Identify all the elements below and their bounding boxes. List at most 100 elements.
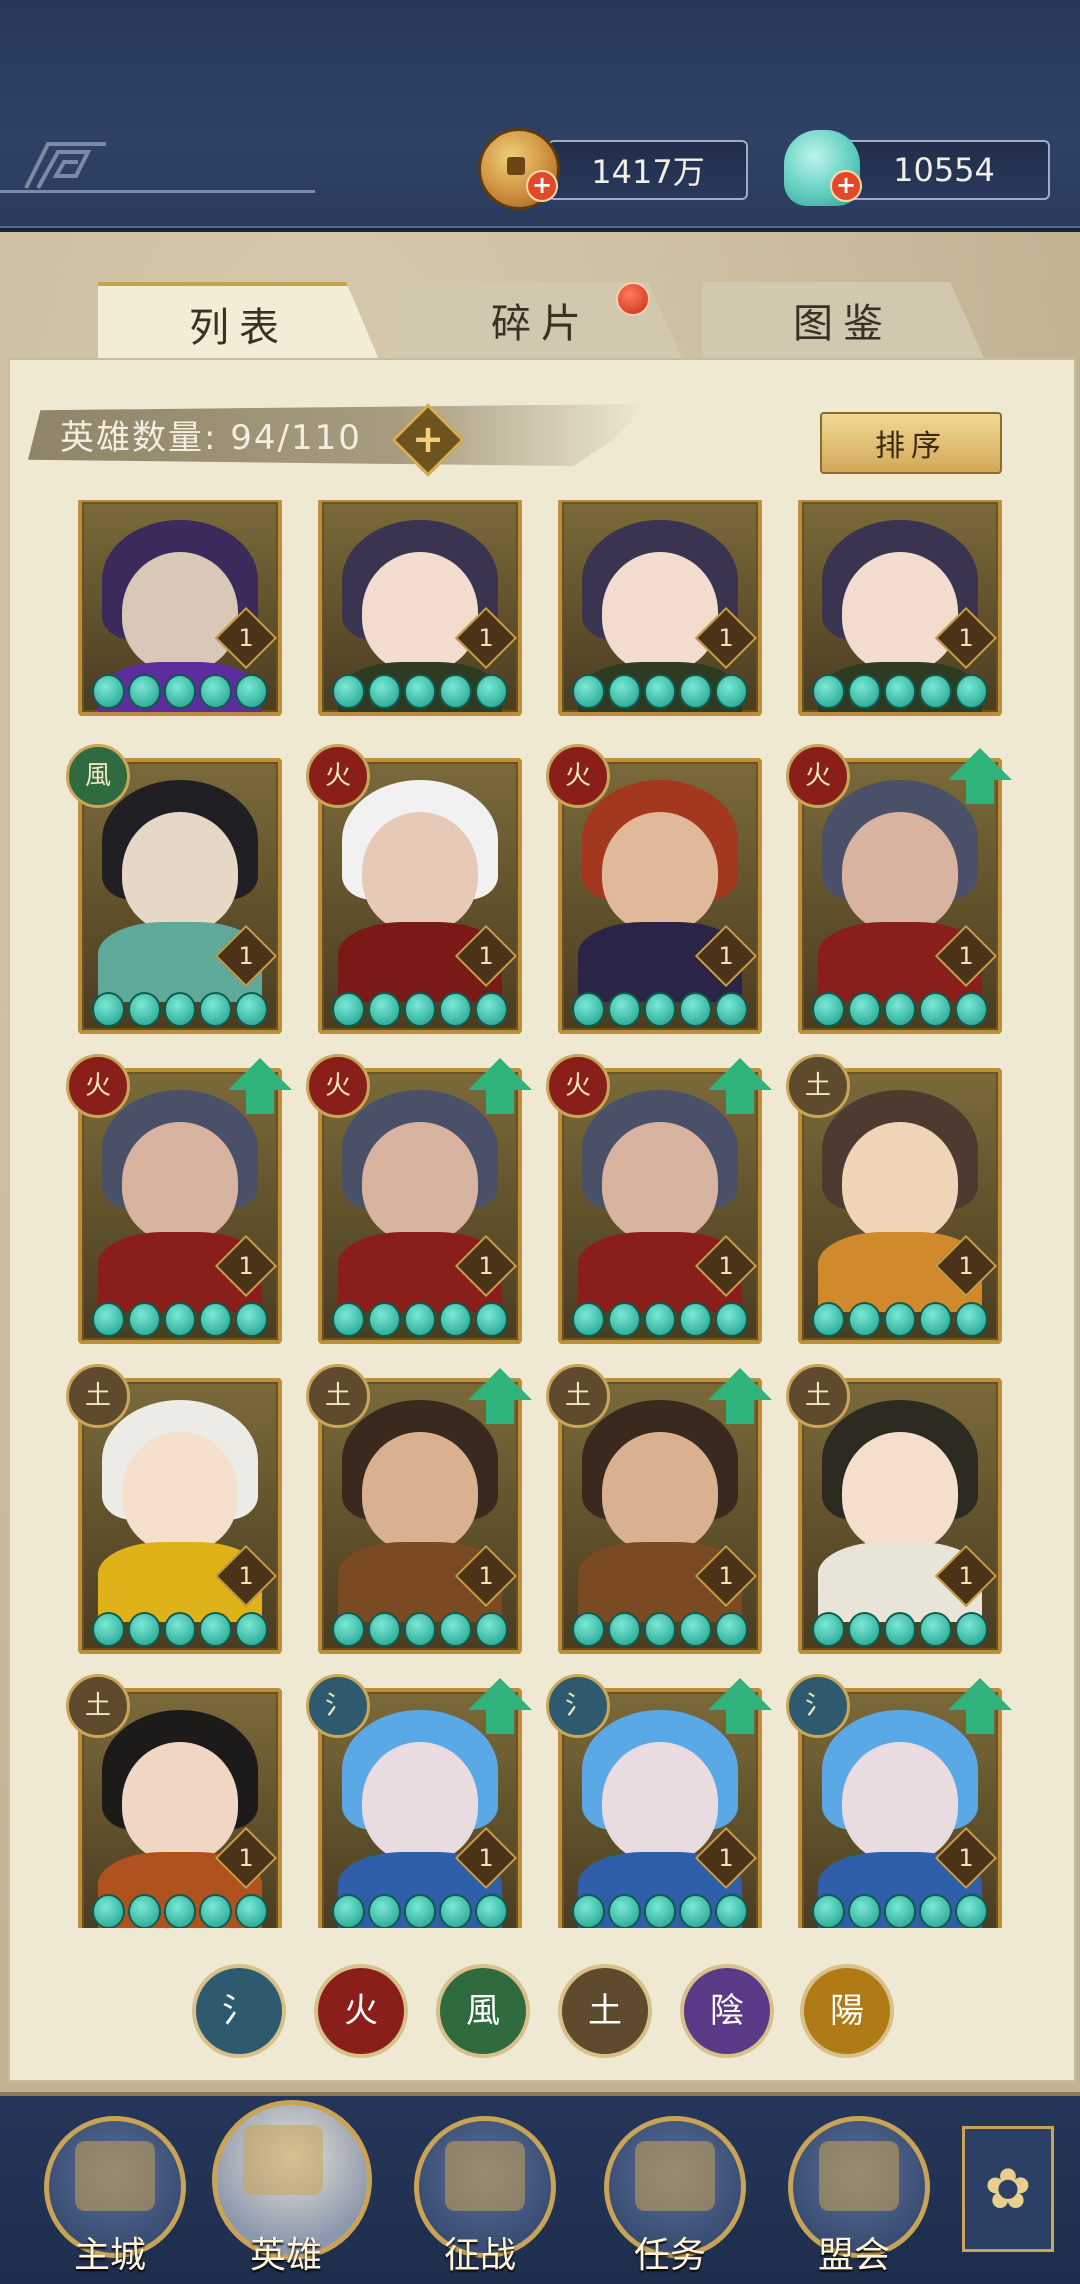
shell-counter[interactable]: 10554: [838, 140, 1050, 200]
hero-face: [602, 1432, 718, 1552]
star-icon: [403, 1612, 437, 1647]
star-icon: [715, 1894, 748, 1928]
hero-level: 1: [478, 942, 494, 970]
hero-icon: [243, 2125, 323, 2195]
filter-yang-button[interactable]: 陽: [800, 1964, 894, 2058]
star-icon: [439, 992, 473, 1027]
hero-level: 1: [238, 624, 254, 652]
star-icon: [812, 992, 845, 1027]
star-icon: [199, 1894, 233, 1928]
upgrade-arrow-icon: [468, 1368, 532, 1426]
star-icon: [367, 674, 401, 709]
fire-element-icon: 火: [306, 1054, 370, 1118]
star-icon: [235, 674, 268, 709]
menu-icon[interactable]: ✿: [962, 2126, 1054, 2252]
hero-stars: [92, 1302, 268, 1337]
star-icon: [883, 1612, 917, 1647]
star-icon: [572, 674, 605, 709]
battle-icon: [445, 2141, 525, 2211]
hero-level: 1: [718, 942, 734, 970]
hero-face: [362, 552, 478, 672]
star-icon: [163, 1302, 197, 1337]
hero-face: [122, 812, 238, 932]
star-icon: [92, 674, 125, 709]
star-icon: [127, 1894, 161, 1928]
hero-card[interactable]: 1: [798, 500, 1002, 716]
star-icon: [367, 992, 401, 1027]
star-icon: [847, 674, 881, 709]
filter-fire-button[interactable]: 火: [314, 1964, 408, 2058]
star-icon: [367, 1894, 401, 1928]
earth-element-icon: 土: [66, 1364, 130, 1428]
star-icon: [919, 1302, 953, 1337]
star-icon: [163, 1612, 197, 1647]
coin-value: 1417万: [591, 153, 705, 191]
shell-value: 10554: [893, 151, 995, 189]
hero-card[interactable]: 1: [78, 500, 282, 716]
star-icon: [332, 1302, 365, 1337]
star-icon: [199, 992, 233, 1027]
star-icon: [475, 1302, 508, 1337]
hero-stars: [332, 674, 508, 709]
star-icon: [439, 1894, 473, 1928]
hero-level: 1: [478, 1844, 494, 1872]
star-icon: [92, 1302, 125, 1337]
hero-stars: [92, 992, 268, 1027]
star-icon: [883, 674, 917, 709]
wind-element-icon: 風: [66, 744, 130, 808]
upgrade-arrow-icon: [468, 1058, 532, 1116]
add-shells-button[interactable]: +: [830, 170, 862, 202]
star-icon: [883, 1302, 917, 1337]
star-icon: [475, 992, 508, 1027]
filter-yin-button[interactable]: 陰: [680, 1964, 774, 2058]
hero-face: [602, 812, 718, 932]
hero-level: 1: [238, 1562, 254, 1590]
hero-stars: [812, 674, 988, 709]
earth-element-icon: 土: [546, 1364, 610, 1428]
filter-wind-button[interactable]: 風: [436, 1964, 530, 2058]
filter-earth-button[interactable]: 土: [558, 1964, 652, 2058]
hero-face: [362, 1742, 478, 1862]
hero-stars: [572, 1302, 748, 1337]
star-icon: [163, 992, 197, 1027]
star-icon: [955, 674, 988, 709]
star-icon: [715, 992, 748, 1027]
fire-element-icon: 火: [546, 744, 610, 808]
tab-codex[interactable]: 图鉴: [702, 282, 984, 358]
city-icon: [75, 2141, 155, 2211]
sort-button[interactable]: 排序: [820, 412, 1002, 474]
fire-element-icon: 火: [306, 744, 370, 808]
add-coins-button[interactable]: +: [526, 170, 558, 202]
hero-stars: [92, 1612, 268, 1647]
hero-face: [602, 1122, 718, 1242]
notification-dot: [616, 282, 650, 316]
hero-face: [122, 552, 238, 672]
hero-level: 1: [718, 624, 734, 652]
tab-fragments-label: 碎片: [491, 301, 591, 347]
star-icon: [812, 1612, 845, 1647]
hero-card[interactable]: 1: [318, 500, 522, 716]
hero-grid: 1 1 1 1 1 風 1 火 1 火 1 火 1 火 1 火 1 火 1 土 …: [40, 500, 1040, 1928]
water-element-icon: 氵: [306, 1674, 370, 1738]
hero-face: [362, 1122, 478, 1242]
star-icon: [332, 1612, 365, 1647]
star-icon: [235, 1612, 268, 1647]
star-icon: [439, 674, 473, 709]
earth-element-icon: 土: [786, 1054, 850, 1118]
coin-counter[interactable]: 1417万: [548, 140, 748, 200]
hero-card[interactable]: 1: [558, 500, 762, 716]
star-icon: [572, 1894, 605, 1928]
water-element-icon: 氵: [786, 1674, 850, 1738]
hero-level: 1: [958, 942, 974, 970]
star-icon: [643, 1302, 677, 1337]
hero-stars: [332, 1302, 508, 1337]
filter-water-button[interactable]: 氵: [192, 1964, 286, 2058]
quest-icon: [635, 2141, 715, 2211]
star-icon: [92, 1894, 125, 1928]
hero-stars: [812, 1612, 988, 1647]
tab-codex-label: 图鉴: [793, 301, 893, 347]
star-icon: [883, 1894, 917, 1928]
ornament-icon: [24, 142, 106, 189]
tab-list[interactable]: 列表: [98, 282, 380, 362]
hero-face: [842, 1742, 958, 1862]
